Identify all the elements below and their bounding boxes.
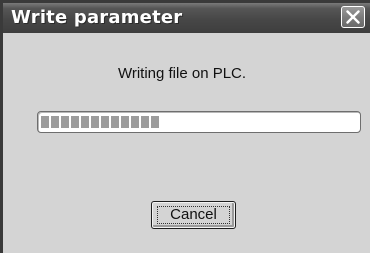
cancel-button-label: Cancel (170, 206, 217, 223)
progress-bar (37, 111, 361, 133)
close-button[interactable] (341, 6, 365, 28)
status-message: Writing file on PLC. (117, 65, 247, 82)
cancel-button[interactable]: Cancel (151, 201, 236, 229)
write-parameter-dialog: Write parameter Writing file on PLC. Can… (0, 0, 370, 253)
title-bar[interactable]: Write parameter (3, 3, 370, 33)
dialog-title: Write parameter (11, 7, 183, 28)
close-icon (346, 10, 360, 24)
progress-fill (41, 116, 159, 128)
